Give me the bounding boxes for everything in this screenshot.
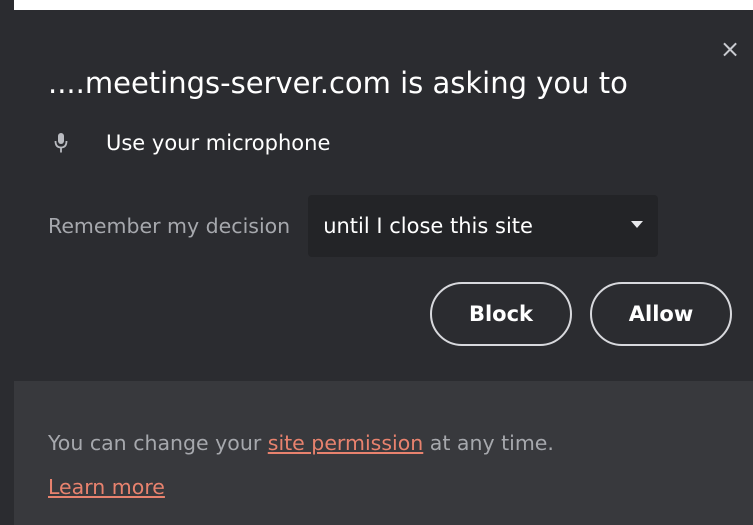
page: × ....meetings-server.com is asking you … bbox=[0, 0, 753, 525]
close-button[interactable]: × bbox=[717, 36, 743, 62]
footer-text: You can change your site permission at a… bbox=[48, 421, 738, 509]
site-permission-link[interactable]: site permission bbox=[268, 431, 424, 455]
prompt-title: ....meetings-server.com is asking you to bbox=[48, 66, 628, 100]
permission-label: Use your microphone bbox=[106, 131, 331, 155]
remember-decision-value: until I close this site bbox=[323, 214, 533, 238]
prompt-footer: You can change your site permission at a… bbox=[14, 381, 753, 525]
learn-more-link[interactable]: Learn more bbox=[48, 475, 165, 499]
remember-decision-select[interactable]: until I close this site bbox=[308, 195, 659, 257]
allow-button[interactable]: Allow bbox=[590, 282, 732, 346]
permission-prompt: × ....meetings-server.com is asking you … bbox=[14, 10, 753, 525]
footer-text-suffix: at any time. bbox=[423, 431, 554, 455]
block-button[interactable]: Block bbox=[430, 282, 572, 346]
remember-decision-row: Remember my decision until I close this … bbox=[48, 194, 659, 258]
dropdown-arrow-icon bbox=[631, 221, 644, 228]
close-icon: × bbox=[719, 35, 741, 63]
permission-request: Use your microphone bbox=[52, 128, 330, 158]
footer-text-prefix: You can change your bbox=[48, 431, 268, 455]
background-strip bbox=[0, 0, 14, 525]
microphone-icon bbox=[52, 131, 70, 155]
remember-decision-label: Remember my decision bbox=[48, 214, 291, 238]
